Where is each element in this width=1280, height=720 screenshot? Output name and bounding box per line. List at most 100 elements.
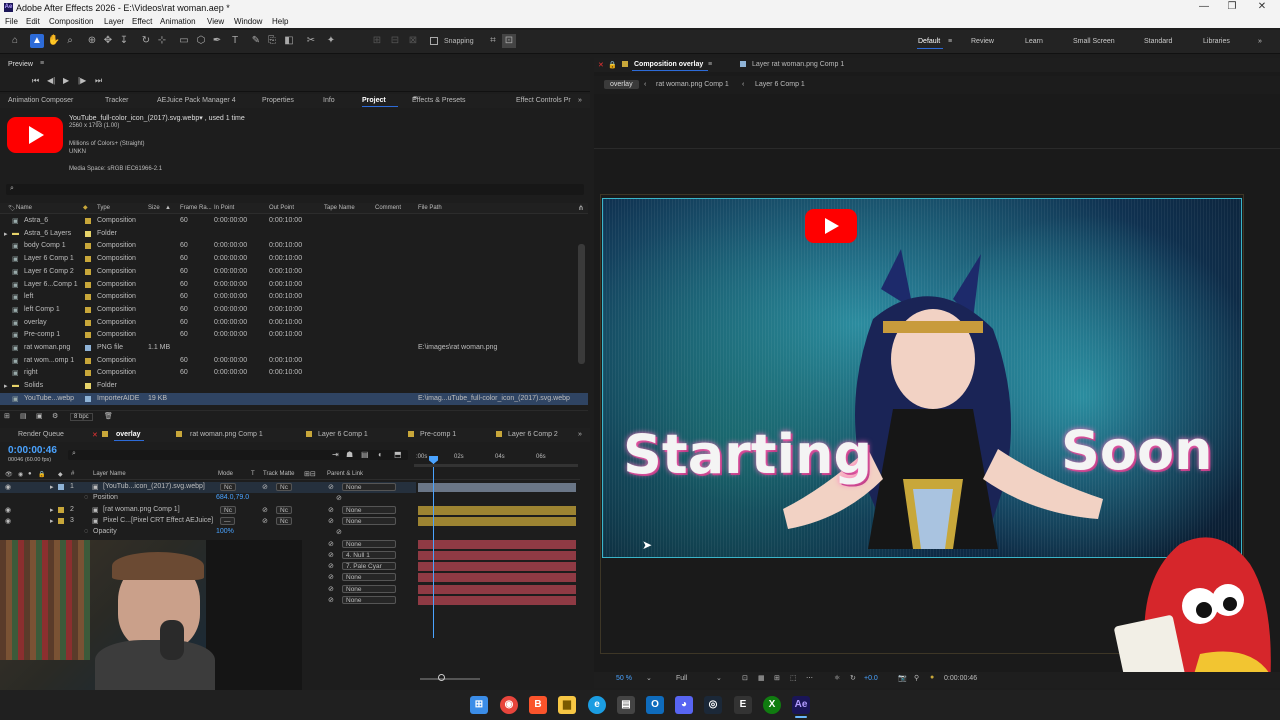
time-ruler[interactable]: :00s 02s 04s 06s [416,454,578,464]
orbit-tool-icon[interactable]: ⊕ [85,34,99,48]
menu-effect[interactable]: Effect [132,17,152,26]
col-type[interactable]: Type [97,205,110,211]
layer-duration-bar[interactable] [418,573,576,583]
parent-dropdown[interactable]: None [342,483,396,491]
axis-icon[interactable]: ⊠ [406,34,420,48]
exposure-value[interactable]: +0.0 [864,675,878,682]
track-matte-dropdown[interactable]: Nc [276,505,292,514]
parent-dropdown[interactable]: None [342,539,396,548]
col-tape-name[interactable]: Tape Name [324,205,355,211]
layer-row[interactable]: ◉ ▸ 2 ▣ [rat woman.png Comp 1] Nc ⊘ Nc ⊘ None [0,505,416,516]
workspace-menu-icon[interactable]: ≡ [948,38,952,45]
expand-layer-toggle-icon[interactable]: ▸ [50,506,54,514]
new-folder-icon[interactable]: ▤ [20,412,27,420]
resolution-dropdown[interactable]: Full [676,675,687,682]
menu-file[interactable]: File [5,17,18,26]
workspace-small-screen[interactable]: Small Screen [1073,38,1115,45]
tabs-overflow-icon[interactable]: » [578,431,582,438]
tab-rat-woman-comp[interactable]: rat woman.png Comp 1 [190,431,263,438]
col-file-path[interactable]: File Path [418,205,442,211]
dolly-tool-icon[interactable]: ↧ [117,34,131,48]
more-workspaces-icon[interactable]: » [1258,38,1262,45]
project-item-row[interactable]: ▸ ▬ Astra_6 Layers Folder [0,228,588,241]
project-item-row[interactable]: ▣ Layer 6...Comp 1 Composition 60 0:00:00:00… [0,279,588,292]
layer-duration-bar[interactable] [418,516,576,526]
anchor-tool-icon[interactable]: ⊹ [155,34,169,48]
workspace-review[interactable]: Review [971,38,994,45]
rectangle-tool-icon[interactable]: ▭ [177,34,191,48]
epic-icon[interactable]: E [734,696,752,714]
label-color-swatch[interactable] [85,294,91,301]
label-color-swatch[interactable] [85,332,91,339]
label-color-swatch[interactable] [85,230,91,237]
project-item-row[interactable]: ▣ right Composition 60 0:00:00:00 0:00:10:00 [0,367,588,380]
eraser-tool-icon[interactable]: ◧ [282,34,296,48]
layer-duration-bar[interactable] [418,505,576,515]
zoom-dropdown[interactable]: 50 % [616,675,632,682]
project-scrollbar[interactable] [578,244,585,364]
pen-tool-icon[interactable]: ✒ [210,34,224,48]
breadcrumb-layer6-comp1[interactable]: Layer 6 Comp 1 [755,81,805,88]
tab-close-icon[interactable]: ✕ [92,431,98,439]
puppet-tool-icon[interactable]: ✦ [324,34,338,48]
workspace-default[interactable]: Default [918,38,940,45]
close-icon[interactable]: ✕ [1248,1,1276,15]
layer-duration-bar[interactable] [418,584,576,594]
tab-properties[interactable]: Properties [262,97,294,104]
tab-close-icon[interactable]: ✕ [598,61,604,69]
property-row[interactable]: ◌ Position 684.0,79.0 ⊘ [0,493,416,504]
motion-blur-icon[interactable]: ◐ [378,450,383,459]
edge-icon[interactable]: e [588,696,606,714]
parent-dropdown[interactable]: None [342,573,396,582]
explorer-icon[interactable]: ▆ [558,696,576,714]
tab-composition-overlay[interactable]: Composition overlay [634,61,703,68]
label-color-swatch[interactable] [85,395,91,402]
menu-view[interactable]: View [207,17,224,26]
mode-dropdown[interactable]: — [220,516,235,525]
col-size[interactable]: Size [148,205,160,211]
workspace-standard[interactable]: Standard [1144,38,1172,45]
steam-icon[interactable]: ◎ [704,696,722,714]
label-color-swatch[interactable] [85,383,91,390]
xbox-icon[interactable]: X [763,696,781,714]
project-item-row[interactable]: ▣ Astra_6 Composition 60 0:00:00:00 0:00:10:0… [0,215,588,228]
layer-duration-bar[interactable] [418,539,576,549]
breadcrumb-overlay[interactable]: overlay [604,80,639,89]
restore-icon[interactable]: ❐ [1218,1,1246,15]
tab-info[interactable]: Info [323,97,335,104]
tab-tracker[interactable]: Tracker [105,97,128,104]
bit-depth-button[interactable]: 8 bpc [70,413,93,421]
expand-layer-toggle-icon[interactable]: ▸ [50,483,54,491]
tab-layer-rat-woman[interactable]: Layer rat woman.png Comp 1 [752,61,844,68]
project-settings-icon[interactable]: ⚙ [52,412,58,420]
label-color-swatch[interactable] [85,319,91,326]
selection-tool-icon[interactable]: ▲ [30,34,44,48]
home-icon[interactable]: ⌂ [8,34,22,48]
shape-tool-icon[interactable]: ⬡ [194,34,208,48]
track-matte-dropdown[interactable]: Nc [276,516,292,525]
panel-menu-icon[interactable]: ≡ [40,60,44,67]
label-col-icon[interactable]: 🏷 [8,205,16,212]
layer-duration-bar[interactable] [418,550,576,560]
project-item-row[interactable]: ▣ overlay Composition 60 0:00:00:00 0:00:10:0… [0,317,588,330]
expand-layer-toggle-icon[interactable]: ▸ [50,517,54,525]
playhead-line[interactable] [433,458,434,638]
roto-tool-icon[interactable]: ✂ [304,34,318,48]
windows-icon[interactable]: ⊞ [470,696,488,714]
shy-layers-icon[interactable]: ☗ [346,450,353,459]
workspace-libraries[interactable]: Libraries [1203,38,1230,45]
parent-dropdown[interactable]: 7. Pale Cyar [342,562,396,571]
chevron-down-icon[interactable]: ⌄ [646,674,652,682]
type-tool-icon[interactable]: T [228,34,242,48]
store-icon[interactable]: ▤ [617,696,635,714]
tab-project[interactable]: Project [362,97,386,104]
first-frame-icon[interactable]: ⏮ [32,76,39,86]
snapping-checkbox[interactable] [430,37,438,45]
parent-dropdown[interactable]: None [342,596,396,604]
snap-toggle-icon[interactable]: ⊡ [502,34,516,48]
layer-duration-bar[interactable] [418,483,576,492]
timeline-zoom-slider[interactable] [420,678,480,680]
comp-flowchart-icon[interactable]: ⇥ [332,450,339,459]
parent-dropdown[interactable]: None [342,584,396,593]
tab-layer6-comp1[interactable]: Layer 6 Comp 1 [318,431,368,438]
